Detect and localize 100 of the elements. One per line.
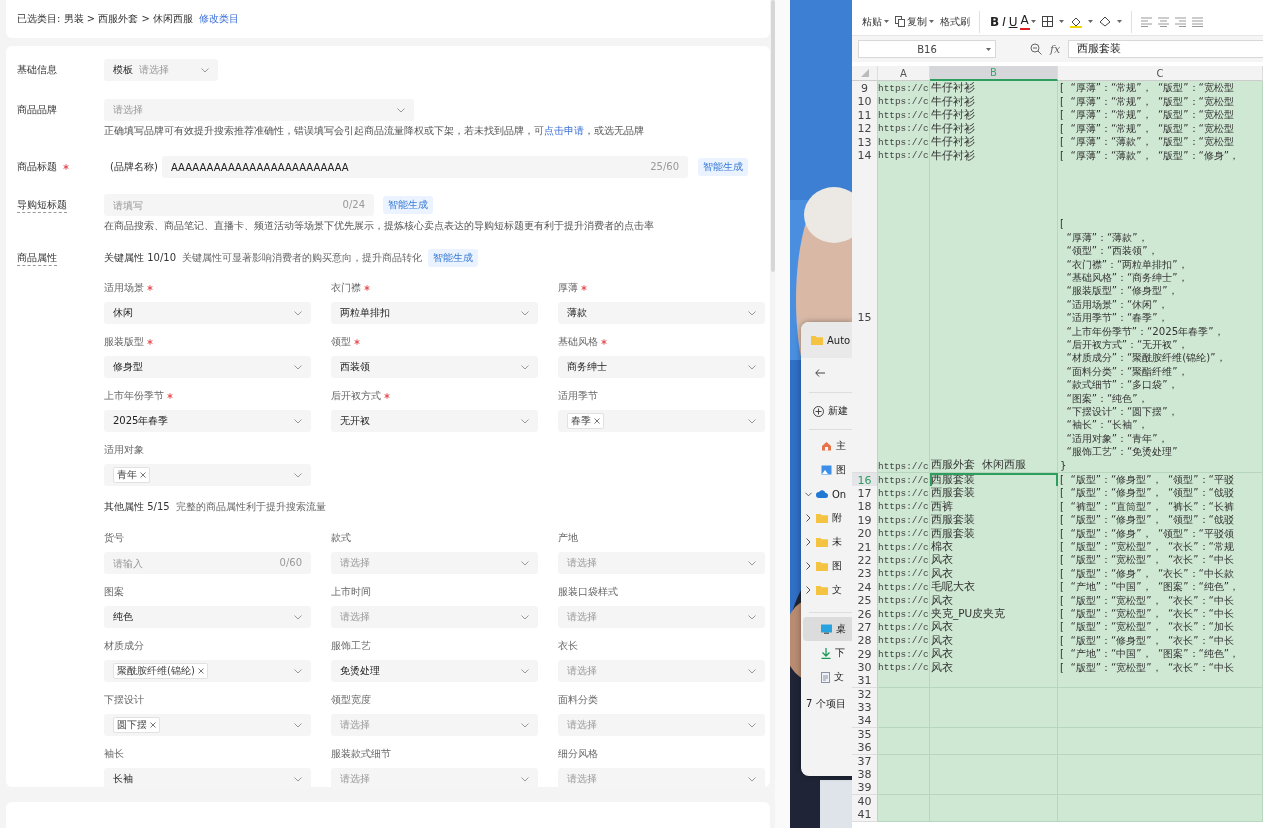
row-number: 31: [852, 674, 878, 689]
formula-field[interactable]: 西服套装: [1068, 40, 1263, 58]
field-label: 袖长: [104, 747, 124, 761]
multi-select-field[interactable]: 春季: [558, 410, 765, 432]
zoom-icon[interactable]: [1030, 43, 1042, 55]
section-label: 基础信息: [17, 63, 57, 77]
chevron-down-icon: [748, 310, 756, 316]
chevron-down-icon: [748, 614, 756, 620]
chevron-down-icon: [294, 418, 302, 424]
row-number: 39: [852, 781, 878, 796]
field-label: 适用对象: [104, 443, 144, 457]
brand-name-prefix: (品牌名称): [109, 160, 159, 174]
select-field[interactable]: 修身型: [104, 356, 311, 378]
bold-button[interactable]: B: [989, 13, 1001, 30]
back-arrow-icon[interactable]: [815, 369, 825, 377]
group-title: 其他属性 5/15: [104, 500, 170, 514]
select-field[interactable]: 商务绅士: [558, 356, 765, 378]
select-field[interactable]: 纯色: [104, 606, 311, 628]
field-label: 货号: [104, 531, 124, 545]
window-title: Auto: [827, 334, 851, 346]
short-title-hint: 在商品搜索、商品笔记、直播卡、频道活动等场景下优先展示，提炼核心卖点表达的导购短标题更有利于提升消费者的点击率: [104, 219, 655, 233]
brush-button[interactable]: 格式刷: [940, 14, 970, 29]
chevron-down-icon: [748, 364, 756, 370]
breadcrumb: 已选类目: 男装 > 西服外套 > 休闲西服: [17, 12, 194, 26]
ai-generate-button[interactable]: 智能生成: [383, 196, 433, 214]
select-field[interactable]: 2025年春季: [104, 410, 311, 432]
chevron-down-icon: [748, 722, 756, 728]
borders-icon[interactable]: [1041, 16, 1053, 27]
chevron-down-icon: [294, 668, 302, 674]
eraser-icon[interactable]: [1098, 16, 1111, 27]
multi-select-field[interactable]: 青年: [104, 464, 311, 486]
fill-color-icon[interactable]: [1069, 15, 1082, 28]
document-icon: [821, 671, 830, 683]
field-label: 后开衩方式: [331, 389, 381, 403]
chevron-right-icon[interactable]: [806, 538, 811, 546]
field-label: 领型: [331, 335, 351, 349]
chevron-down-icon: [294, 614, 302, 620]
group-title: 关键属性 10/10: [104, 251, 176, 265]
apply-link[interactable]: 点击申请: [544, 125, 584, 136]
chevron-down-icon: [521, 614, 529, 620]
nav-item[interactable]: 下: [803, 641, 853, 665]
caret-icon: [929, 20, 934, 23]
nav-label: 图: [832, 559, 842, 573]
table-cell: [ “厚薄”：“薄款”， “领型”：“西装领”， “衣门襟”：“两粒单排扣”， “基础风格”：“商务绅士”， “服装版型”：“修身型”， “适用场景”：“休闲”， “适用季节”：“春季”， “上市年份季节”：“2025年春季”， “后开衩方式”：“无开衩”， “材质成分”：“聚酰胺纤维(锦纶)”， “面料分类”：“聚酯纤维”， “款式细节”：“多口袋”， “图案”：“纯色”， “下摆设计”：“圆下摆”， “袖长”：“长袖”， “适用对象”：“青年”， “服饰工艺”：“免烫处理” }: [1058, 162, 1263, 473]
select-field[interactable]: 西装领: [331, 356, 538, 378]
select-field[interactable]: 两粒单排扣: [331, 302, 538, 324]
field-label: 导购短标题: [17, 197, 67, 213]
nav-label: 主: [836, 439, 846, 453]
field-label: 服装口袋样式: [558, 585, 618, 599]
chevron-right-icon[interactable]: [806, 586, 811, 594]
chevron-right-icon[interactable]: [806, 562, 811, 570]
multi-select-field[interactable]: 聚酰胺纤维(锦纶): [104, 660, 311, 682]
template-select[interactable]: 模板 请选择: [104, 59, 218, 81]
justify-icon[interactable]: [1191, 16, 1203, 27]
field-label: 材质成分: [104, 639, 144, 653]
nav-item[interactable]: 文: [803, 665, 853, 689]
ai-generate-button[interactable]: 智能生成: [698, 158, 748, 176]
new-button[interactable]: 新建: [801, 397, 853, 425]
scrollbar[interactable]: [771, 0, 775, 272]
select-field[interactable]: 无开衩: [331, 410, 538, 432]
table-cell[interactable]: 西服外套 休闲西服: [930, 162, 1058, 473]
underline-button[interactable]: U: [1007, 13, 1019, 30]
row-number: 36: [852, 741, 878, 756]
close-icon[interactable]: [140, 472, 146, 478]
chevron-down-icon: [748, 668, 756, 674]
field-label: 衣长: [558, 639, 578, 653]
row-number: 34: [852, 714, 878, 729]
select-field[interactable]: 休闲: [104, 302, 311, 324]
row-number: 41: [852, 808, 878, 823]
field-label: 上市时间: [331, 585, 371, 599]
font-color-button[interactable]: A: [1019, 13, 1030, 30]
close-icon[interactable]: [197, 668, 204, 674]
ai-generate-button[interactable]: 智能生成: [428, 249, 478, 267]
group-hint: 完整的商品属性利于提升搜索流量: [175, 500, 326, 514]
select-field[interactable]: 长袖: [104, 768, 311, 790]
multi-select-field[interactable]: 圆下摆: [104, 714, 311, 736]
caret-icon: [1030, 20, 1036, 23]
chevron-down-icon: [294, 472, 302, 478]
caret-icon: [1058, 20, 1064, 23]
align-left-icon[interactable]: [1140, 16, 1152, 27]
align-center-icon[interactable]: [1157, 16, 1169, 27]
paste-button[interactable]: 粘贴: [862, 14, 889, 29]
field-label: 商品标题: [17, 160, 57, 174]
character-counter: 25/60: [650, 161, 679, 172]
copy-button[interactable]: 复制: [895, 14, 934, 29]
select-field[interactable]: 免烫处理: [331, 660, 538, 682]
nav-label: 附: [832, 511, 842, 525]
change-category-link[interactable]: 修改类目: [199, 12, 240, 26]
chevron-down-icon[interactable]: [805, 491, 812, 497]
close-icon[interactable]: [594, 418, 600, 424]
folder-icon: [816, 537, 828, 547]
nav-label: 图: [836, 463, 846, 477]
align-right-icon[interactable]: [1174, 16, 1186, 27]
nav-item[interactable]: 桌: [803, 617, 853, 641]
nav-label: On: [832, 488, 847, 500]
chevron-right-icon[interactable]: [806, 514, 811, 522]
select-field[interactable]: 薄款: [558, 302, 765, 324]
name-box[interactable]: B16: [858, 40, 996, 58]
close-icon[interactable]: [150, 722, 156, 728]
italic-button[interactable]: I: [1001, 13, 1007, 30]
